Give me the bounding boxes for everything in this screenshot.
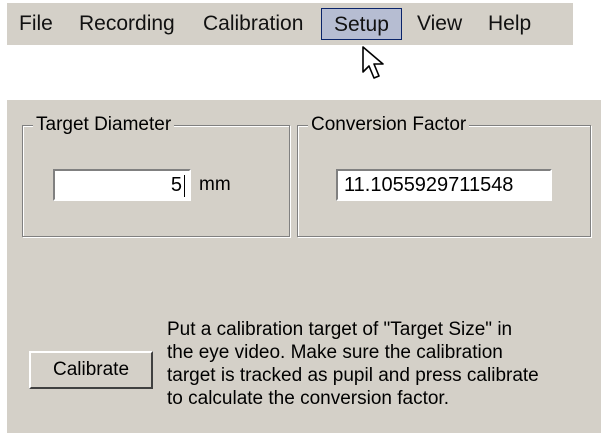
menu-recording[interactable]: Recording bbox=[79, 8, 175, 40]
target-diameter-unit: mm bbox=[199, 174, 231, 195]
target-diameter-input[interactable]: 5 bbox=[53, 169, 191, 201]
calibrate-button[interactable]: Calibrate bbox=[29, 351, 153, 389]
instruction-line: target is tracked as pupil and press cal… bbox=[167, 365, 539, 386]
target-diameter-value: 5 bbox=[170, 174, 182, 196]
menu-calibration[interactable]: Calibration bbox=[203, 8, 303, 40]
menu-view[interactable]: View bbox=[417, 8, 462, 40]
text-caret bbox=[184, 174, 185, 197]
menu-file[interactable]: File bbox=[19, 8, 53, 40]
menu-bar: File Recording Calibration Setup View He… bbox=[7, 3, 573, 45]
conversion-factor-input[interactable]: 11.1055929711548 bbox=[336, 169, 552, 201]
mouse-pointer-icon bbox=[361, 45, 389, 86]
target-diameter-group: Target Diameter 5 mm bbox=[22, 114, 290, 237]
target-diameter-label: Target Diameter bbox=[33, 114, 175, 136]
instruction-line: the eye video. Make sure the calibration bbox=[167, 342, 503, 363]
setup-panel: Target Diameter 5 mm Conversion Factor 1… bbox=[7, 100, 601, 433]
instruction-line: Put a calibration target of "Target Size… bbox=[167, 319, 513, 340]
conversion-factor-group: Conversion Factor 11.1055929711548 bbox=[297, 114, 591, 237]
menu-setup[interactable]: Setup bbox=[321, 8, 402, 40]
conversion-factor-label: Conversion Factor bbox=[308, 114, 470, 136]
instruction-line: to calculate the conversion factor. bbox=[167, 388, 449, 409]
menu-help[interactable]: Help bbox=[488, 8, 531, 40]
calibration-instructions: Put a calibration target of "Target Size… bbox=[167, 318, 539, 410]
